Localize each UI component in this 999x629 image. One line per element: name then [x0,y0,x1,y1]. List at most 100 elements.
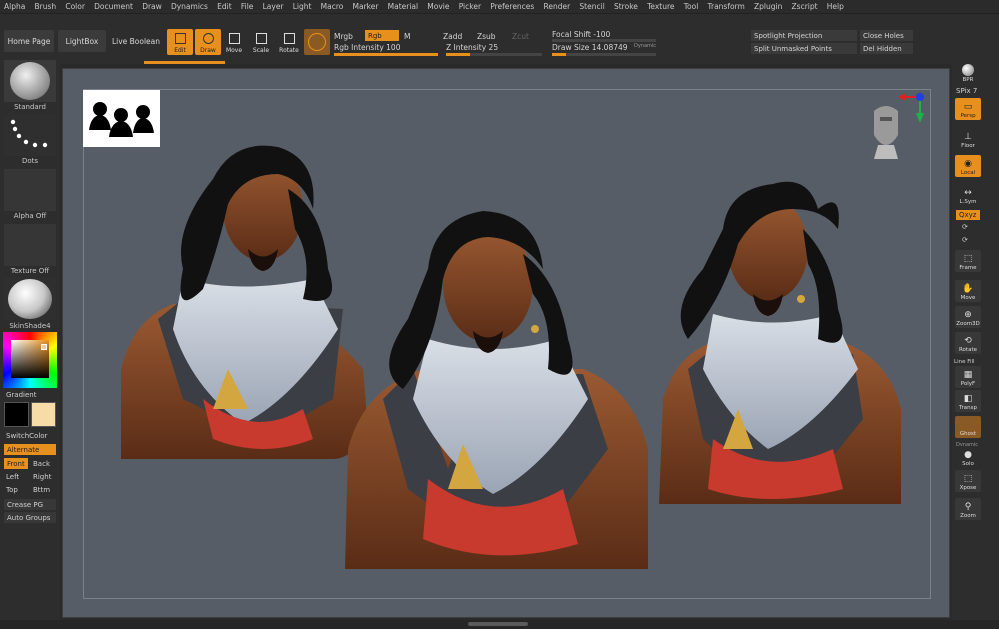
line-fill-button[interactable]: Line Fill [954,359,975,365]
menu-item-layer[interactable]: Layer [263,2,284,11]
menu-item-texture[interactable]: Texture [647,2,674,11]
menu-item-macro[interactable]: Macro [321,2,344,11]
rotate-z-icon[interactable]: ⟳ [962,236,968,244]
menu-item-material[interactable]: Material [388,2,418,11]
transp-button[interactable]: ◧ Transp [955,390,981,412]
material-thumbnail[interactable] [4,278,56,320]
rotate-y-icon[interactable]: ⟳ [962,223,968,231]
zoom3d-button[interactable]: ⊕ Zoom3D [955,306,981,328]
left-button[interactable]: Left [6,473,19,481]
close-holes-button[interactable]: Close Holes [860,30,913,41]
texture-thumbnail[interactable] [4,224,56,266]
ghost-button[interactable]: Ghost [955,416,981,438]
crease-pg-button[interactable]: Crease PG [4,499,56,510]
focal-shift-label: Focal Shift -100 [552,30,611,39]
secondary-color-swatch[interactable] [31,402,56,427]
bottom-button[interactable]: Bttm [33,486,50,494]
menu-item-movie[interactable]: Movie [427,2,449,11]
local-button[interactable]: ◉ Local [955,155,981,177]
menu-item-picker[interactable]: Picker [459,2,481,11]
menu-item-draw[interactable]: Draw [142,2,162,11]
bpr-button[interactable]: BPR [955,62,981,84]
xpose-button[interactable]: ⬚ Xpose [955,470,981,492]
m-button[interactable]: M [404,32,410,41]
rotate-view-button[interactable]: ⟲ Rotate [955,332,981,354]
menu-item-brush[interactable]: Brush [35,2,57,11]
menu-item-zplugin[interactable]: Zplugin [754,2,782,11]
mrgb-button[interactable]: Mrgb [334,32,353,41]
brush-preview-button[interactable] [304,29,330,55]
menu-item-dynamics[interactable]: Dynamics [171,2,208,11]
stroke-label: Dots [21,157,39,165]
menu-item-light[interactable]: Light [293,2,312,11]
zcut-button[interactable]: Zcut [512,32,529,41]
menu-item-edit[interactable]: Edit [217,2,232,11]
top-button[interactable]: Top [6,486,18,494]
scale-button[interactable]: Scale [248,29,274,55]
frame-label: Frame [959,265,977,271]
spix-value[interactable]: SPix 7 [956,87,977,95]
live-boolean-button[interactable]: Live Boolean [110,30,162,52]
auto-groups-button[interactable]: Auto Groups [4,512,56,523]
del-hidden-button[interactable]: Del Hidden [860,43,913,54]
menu-item-stroke[interactable]: Stroke [614,2,638,11]
color-picker[interactable] [3,332,57,388]
zoom3d-label: Zoom3D [956,321,980,327]
lightbox-button[interactable]: LightBox [58,30,106,52]
axis-gizmo-icon [874,93,924,159]
rotate-label: Rotate [279,47,299,54]
switch-color-button[interactable]: SwitchColor [6,432,47,440]
brush-thumbnail[interactable] [4,60,56,102]
rgb-intensity-slider[interactable] [334,53,438,56]
scale-label: Scale [252,47,270,54]
stroke-thumbnail[interactable] [4,114,56,156]
bottom-tray-handle[interactable] [468,622,528,626]
move-view-button[interactable]: ✋ Move [955,280,981,302]
menu-item-stencil[interactable]: Stencil [579,2,604,11]
menu-item-file[interactable]: File [241,2,254,11]
home-page-button[interactable]: Home Page [4,30,54,52]
focal-shift-slider[interactable] [552,39,656,42]
alternate-button[interactable]: Alternate [4,444,56,455]
draw-button[interactable]: Draw [195,29,221,55]
zoom-button[interactable]: ⚲ Zoom [955,498,981,520]
rotate-button[interactable]: Rotate [276,29,302,55]
dynamic-button[interactable]: Dynamic [634,43,656,49]
spotlight-projection-button[interactable]: Spotlight Projection [751,30,857,41]
rotate-icon [283,33,295,44]
menu-item-alpha[interactable]: Alpha [4,2,25,11]
gradient-label: Gradient [6,391,37,399]
navigation-gizmo[interactable] [868,91,928,161]
floor-button[interactable]: ⊥ Floor [955,128,981,150]
z-intensity-slider[interactable] [446,53,542,56]
menu-item-transform[interactable]: Transform [708,2,745,11]
solo-button[interactable]: ● Solo [955,446,981,468]
move-button[interactable]: Move [221,29,247,55]
menu-item-tool[interactable]: Tool [684,2,699,11]
alpha-thumbnail[interactable] [4,169,56,211]
draw-size-slider[interactable] [552,53,656,56]
menu-item-marker[interactable]: Marker [353,2,379,11]
persp-button[interactable]: ▭ Persp [955,98,981,120]
menu-item-preferences[interactable]: Preferences [490,2,534,11]
lsym-button[interactable]: ↔ L.Sym [955,184,981,206]
back-button[interactable]: Back [33,460,50,468]
menu-item-help[interactable]: Help [827,2,844,11]
menu-item-color[interactable]: Color [65,2,85,11]
edit-button[interactable]: Edit [167,29,193,55]
menu-item-render[interactable]: Render [544,2,571,11]
menu-item-document[interactable]: Document [94,2,133,11]
menu-item-zscript[interactable]: Zscript [792,2,818,11]
polyf-button[interactable]: ▦ PolyF [955,366,981,388]
split-unmasked-points-button[interactable]: Split Unmasked Points [751,43,857,54]
draw-size-label: Draw Size 14.08749 [552,43,628,52]
front-button[interactable]: Front [4,458,28,469]
zadd-button[interactable]: Zadd [443,32,462,41]
xyz-button[interactable]: Qxyz [956,210,980,220]
primary-color-swatch[interactable] [4,402,29,427]
frame-button[interactable]: ⬚ Frame [955,250,981,272]
document-canvas[interactable] [62,68,950,618]
right-button[interactable]: Right [33,473,51,481]
zsub-button[interactable]: Zsub [477,32,496,41]
rgb-button[interactable]: Rgb [365,30,399,41]
